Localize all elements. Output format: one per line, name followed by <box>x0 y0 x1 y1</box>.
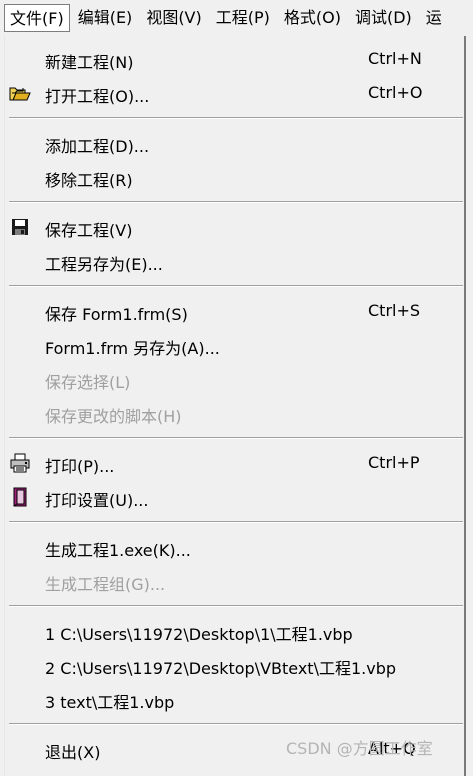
menu-view[interactable]: 视图(V) <box>140 4 207 32</box>
menu-item-make-group: 生成工程组(G)... <box>5 565 463 597</box>
menu-item-make-exe[interactable]: 生成工程1.exe(K)... <box>5 531 463 563</box>
menu-separator <box>9 117 463 119</box>
open-folder-icon <box>9 82 31 104</box>
menu-item-remove-project[interactable]: 移除工程(R) <box>5 161 463 193</box>
menu-separator <box>9 605 463 607</box>
menu-item-label: 保存选择(L) <box>45 373 131 392</box>
menu-separator <box>9 201 463 203</box>
menu-item-label: 保存工程(V) <box>45 221 133 240</box>
recent-file-1[interactable]: 1 C:\Users\11972\Desktop\1\工程1.vbp <box>5 615 463 647</box>
file-menu-dropdown: 新建工程(N) Ctrl+N 打开工程(O)... Ctrl+O 添加工程(D)… <box>4 36 466 776</box>
recent-file-3[interactable]: 3 text\工程1.vbp <box>5 683 463 715</box>
menu-item-shortcut: Ctrl+S <box>368 301 421 320</box>
menu-item-save-project-as[interactable]: 工程另存为(E)... <box>5 245 463 277</box>
menu-file[interactable]: 文件(F) <box>4 4 70 32</box>
menu-item-label: 添加工程(D)... <box>45 137 150 156</box>
menu-item-shortcut: Ctrl+O <box>368 83 423 102</box>
menu-run-truncated[interactable]: 运 <box>420 4 448 32</box>
menu-item-shortcut: Ctrl+N <box>368 49 422 68</box>
menu-item-label: 工程另存为(E)... <box>45 255 163 274</box>
menu-debug[interactable]: 调试(D) <box>349 4 418 32</box>
menu-item-label: 退出(X) <box>45 743 101 762</box>
menu-separator <box>9 723 463 725</box>
menu-item-label: 生成工程组(G)... <box>45 575 166 594</box>
menu-item-print[interactable]: 打印(P)... Ctrl+P <box>5 447 463 479</box>
menu-item-label: 2 C:\Users\11972\Desktop\VBtext\工程1.vbp <box>45 659 397 678</box>
menu-item-print-setup[interactable]: 打印设置(U)... <box>5 481 463 513</box>
menu-item-label: 打印设置(U)... <box>45 491 149 510</box>
menu-item-save-form[interactable]: 保存 Form1.frm(S) Ctrl+S <box>5 295 463 327</box>
menu-edit[interactable]: 编辑(E) <box>72 4 139 32</box>
menu-item-label: 移除工程(R) <box>45 171 133 190</box>
menu-item-save-form-as[interactable]: Form1.frm 另存为(A)... <box>5 329 463 361</box>
menu-separator <box>9 437 463 439</box>
menu-item-add-project[interactable]: 添加工程(D)... <box>5 127 463 159</box>
menu-item-label: 打开工程(O)... <box>45 87 150 106</box>
menu-item-save-project[interactable]: 保存工程(V) <box>5 211 463 243</box>
menu-separator <box>9 521 463 523</box>
menu-item-label: 3 text\工程1.vbp <box>45 693 175 712</box>
menu-project[interactable]: 工程(P) <box>210 4 276 32</box>
menu-item-label: 保存 Form1.frm(S) <box>45 305 188 324</box>
recent-file-2[interactable]: 2 C:\Users\11972\Desktop\VBtext\工程1.vbp <box>5 649 463 681</box>
menu-item-new-project[interactable]: 新建工程(N) Ctrl+N <box>5 43 463 75</box>
menu-item-label: 新建工程(N) <box>45 53 134 72</box>
print-setup-icon <box>9 486 31 508</box>
menu-bar: 文件(F) 编辑(E) 视图(V) 工程(P) 格式(O) 调试(D) 运 <box>0 0 473 36</box>
menu-separator <box>9 285 463 287</box>
menu-item-label: Form1.frm 另存为(A)... <box>45 339 220 358</box>
menu-format[interactable]: 格式(O) <box>278 4 347 32</box>
floppy-disk-icon <box>9 216 31 238</box>
menu-item-label: 打印(P)... <box>45 457 115 476</box>
menu-item-open-project[interactable]: 打开工程(O)... Ctrl+O <box>5 77 463 109</box>
menu-item-label: 1 C:\Users\11972\Desktop\1\工程1.vbp <box>45 625 353 644</box>
watermark: CSDN @方圆工作室 <box>286 739 433 758</box>
menu-item-save-selection: 保存选择(L) <box>5 363 463 395</box>
menu-item-shortcut: Ctrl+P <box>368 453 420 472</box>
menu-item-save-changed-scripts: 保存更改的脚本(H) <box>5 397 463 429</box>
printer-icon <box>9 452 31 474</box>
menu-item-label: 生成工程1.exe(K)... <box>45 541 191 560</box>
menu-item-label: 保存更改的脚本(H) <box>45 407 182 426</box>
